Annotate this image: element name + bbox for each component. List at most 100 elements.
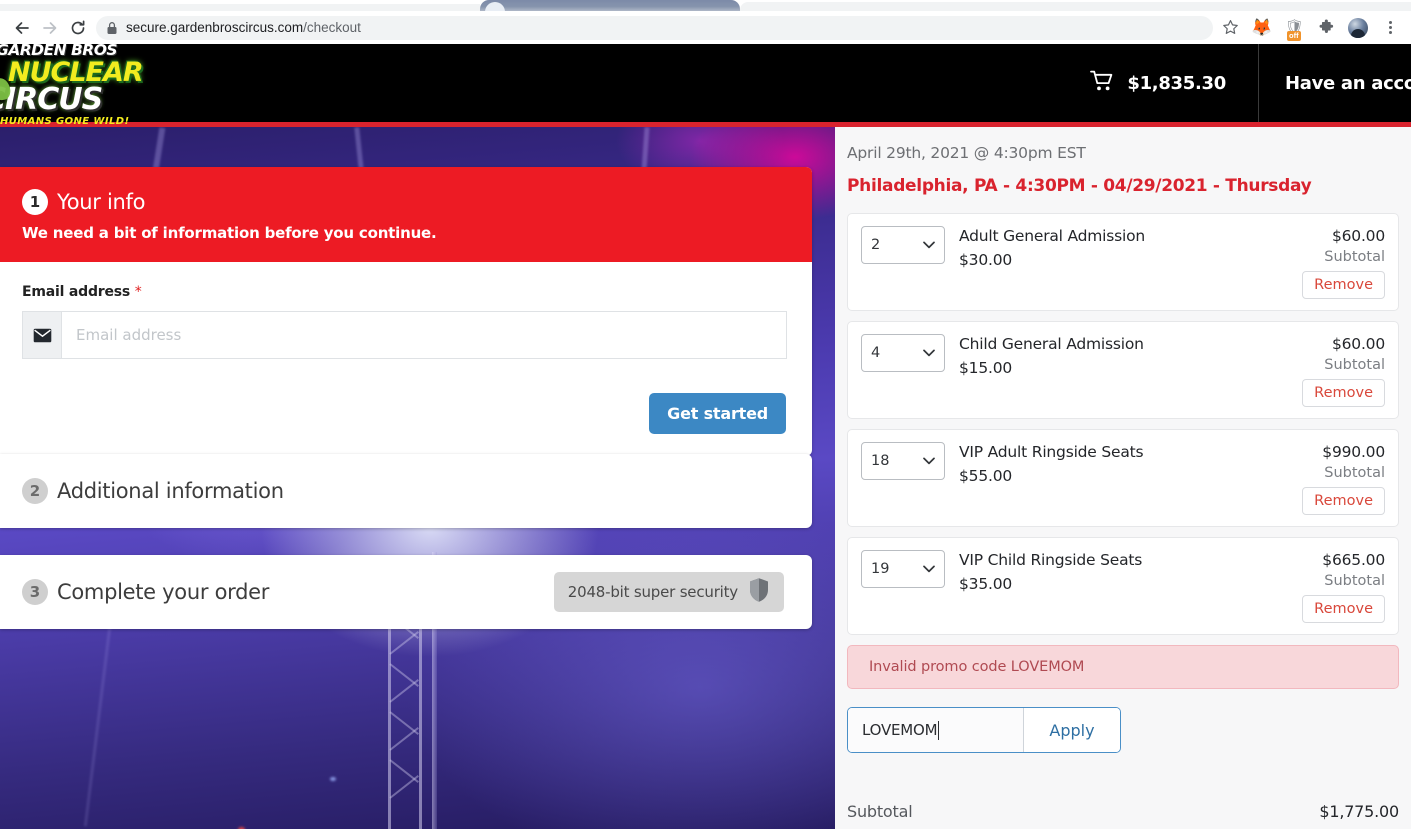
step-1-title-row: 1 Your info (22, 189, 786, 215)
cart-item-row: 18 VIP Adult Ringside Seats $55.00 $990.00 S… (847, 429, 1399, 527)
have-an-account-link[interactable]: Have an account? (1259, 44, 1411, 122)
cart-item-row: 2 Adult General Admission $30.00 $60.00 Subt… (847, 213, 1399, 311)
cart-items-list: 2 Adult General Admission $30.00 $60.00 Subt… (847, 213, 1399, 635)
promo-error-alert: Invalid promo code LOVEMOM (847, 645, 1399, 689)
checkout-step-additional-information[interactable]: 2 Additional information (0, 454, 812, 528)
apply-promo-button[interactable]: Apply (1024, 708, 1120, 752)
email-label-text: Email address (22, 284, 131, 300)
quantity-select[interactable]: 2 (861, 226, 945, 264)
cart-item-subtotal-value: $60.00 (1331, 335, 1385, 353)
order-date-text: April 29th, 2021 @ 4:30pm EST (847, 144, 1086, 162)
step-2-title-row: 2 Additional information (22, 478, 284, 504)
site-logo[interactable]: GARDEN BROS NUCLEAR CIRCUS HUMANS GONE W… (0, 42, 250, 127)
checkout-steps: 1 Your info We need a bit of information… (0, 127, 835, 829)
order-summary-pane: April 29th, 2021 @ 4:30pm EST Philadelph… (835, 127, 1411, 829)
order-subtotal-label: Subtotal (847, 801, 913, 821)
promo-code-value: LOVEMOM (862, 721, 938, 739)
header-right-group: $1,835.30 Have an account? (1066, 44, 1411, 122)
chevron-down-icon (923, 236, 935, 254)
chevron-down-icon (923, 452, 935, 470)
cart-item-unit-price: $15.00 (959, 359, 1013, 377)
cart-item-unit-price: $35.00 (959, 575, 1013, 593)
logo-tagline: HUMANS GONE WILD! (0, 116, 130, 128)
url-host: secure.gardenbroscircus.com (126, 20, 304, 35)
email-field-label: Email address * (22, 284, 786, 300)
checkout-step-complete-your-order[interactable]: 3 Complete your order 2048-bit super sec… (0, 555, 812, 629)
forward-arrow-icon[interactable] (36, 14, 64, 42)
cart-item-unit-price: $55.00 (959, 467, 1013, 485)
three-dot-menu-icon[interactable] (1379, 17, 1401, 39)
step-2-number-badge: 2 (22, 478, 48, 504)
text-cursor-caret (938, 720, 940, 740)
cart-item-subtotal-value: $665.00 (1322, 551, 1385, 569)
tab-strip-right-filler (740, 2, 1411, 11)
browser-toolbar: secure.gardenbroscircus.com/checkout 🦊 🛡… (0, 11, 1411, 44)
cart-item-row: 19 VIP Child Ringside Seats $35.00 $665.00 S… (847, 537, 1399, 635)
remove-item-button[interactable]: Remove (1302, 487, 1385, 515)
url-text: secure.gardenbroscircus.com/checkout (126, 20, 361, 35)
promo-code-input[interactable]: LOVEMOM (848, 708, 1024, 752)
star-icon[interactable] (1219, 17, 1241, 39)
logo-line-circus: CIRCUS (0, 82, 103, 118)
profile-avatar-icon[interactable] (1347, 17, 1369, 39)
promo-code-row: LOVEMOM Apply (847, 707, 1121, 753)
step-1-body: Email address * (0, 262, 812, 379)
cart-item-details: Child General Admission $15.00 (959, 334, 1285, 407)
cart-item-row: 4 Child General Admission $15.00 $60.00 Subt… (847, 321, 1399, 419)
browser-tab[interactable] (480, 0, 740, 11)
remove-item-button[interactable]: Remove (1302, 595, 1385, 623)
step-1-subtitle: We need a bit of information before you … (22, 224, 437, 242)
shopping-cart-icon (1090, 70, 1115, 97)
url-path: /checkout (303, 20, 361, 35)
tab-strip-left-filler (0, 4, 480, 11)
cart-item-unit-price: $30.00 (959, 251, 1013, 269)
site-header: GARDEN BROS NUCLEAR CIRCUS HUMANS GONE W… (0, 42, 1411, 127)
lock-icon (106, 21, 118, 35)
order-subtotal-row: Subtotal $1,775.00 (847, 792, 1399, 829)
quantity-select[interactable]: 18 (861, 442, 945, 480)
chevron-down-icon (923, 344, 935, 362)
extensions-puzzle-icon[interactable] (1315, 17, 1337, 39)
reload-icon[interactable] (64, 14, 92, 42)
step-1-title: Your info (57, 190, 146, 214)
shield-extension-icon[interactable]: 🛡 off (1283, 17, 1305, 41)
quantity-select[interactable]: 19 (861, 550, 945, 588)
cart-summary-button[interactable]: $1,835.30 (1066, 44, 1259, 122)
checkout-left-pane: 1 Your info We need a bit of information… (0, 127, 835, 829)
cart-item-subtotal-label: Subtotal (1324, 573, 1385, 589)
browser-chrome: secure.gardenbroscircus.com/checkout 🦊 🛡… (0, 0, 1411, 44)
get-started-button[interactable]: Get started (649, 393, 786, 434)
cart-item-name: VIP Child Ringside Seats (959, 551, 1143, 569)
cart-item-details: VIP Child Ringside Seats $35.00 (959, 550, 1285, 623)
quantity-select[interactable]: 4 (861, 334, 945, 372)
logo-line-garden-bros: GARDEN BROS (0, 40, 118, 59)
fox-extension-icon[interactable]: 🦊 (1251, 17, 1273, 39)
order-subtotal-value: $1,775.00 (1319, 801, 1399, 821)
step-3-number-badge: 3 (22, 579, 48, 605)
shield-icon (748, 577, 770, 608)
step-3-title: Complete your order (57, 580, 270, 604)
remove-item-button[interactable]: Remove (1302, 271, 1385, 299)
step-1-number-badge: 1 (22, 189, 48, 215)
step-3-title-row: 3 Complete your order (22, 579, 269, 605)
cart-item-details: VIP Adult Ringside Seats $55.00 (959, 442, 1285, 515)
cart-item-subtotal-value: $990.00 (1322, 443, 1385, 461)
quantity-value: 18 (871, 453, 890, 469)
quantity-value: 19 (871, 561, 890, 577)
quantity-value: 4 (871, 345, 881, 361)
order-event-text: Philadelphia, PA - 4:30PM - 04/29/2021 -… (847, 176, 1312, 196)
address-bar[interactable]: secure.gardenbroscircus.com/checkout (96, 15, 1213, 40)
security-badge-text: 2048-bit super security (567, 583, 738, 601)
cart-item-name: Adult General Admission (959, 227, 1146, 245)
step-2-title: Additional information (57, 479, 284, 503)
toolbar-icons: 🦊 🛡 off (1219, 17, 1403, 41)
back-arrow-icon[interactable] (8, 14, 36, 42)
quantity-value: 2 (871, 237, 881, 253)
cart-item-name: Child General Admission (959, 335, 1144, 353)
email-input[interactable] (61, 311, 787, 359)
cart-item-subtotal-label: Subtotal (1324, 465, 1385, 481)
cart-item-details: Adult General Admission $30.00 (959, 226, 1285, 299)
remove-item-button[interactable]: Remove (1302, 379, 1385, 407)
cart-item-subtotal-value: $60.00 (1331, 227, 1385, 245)
chevron-down-icon (923, 560, 935, 578)
